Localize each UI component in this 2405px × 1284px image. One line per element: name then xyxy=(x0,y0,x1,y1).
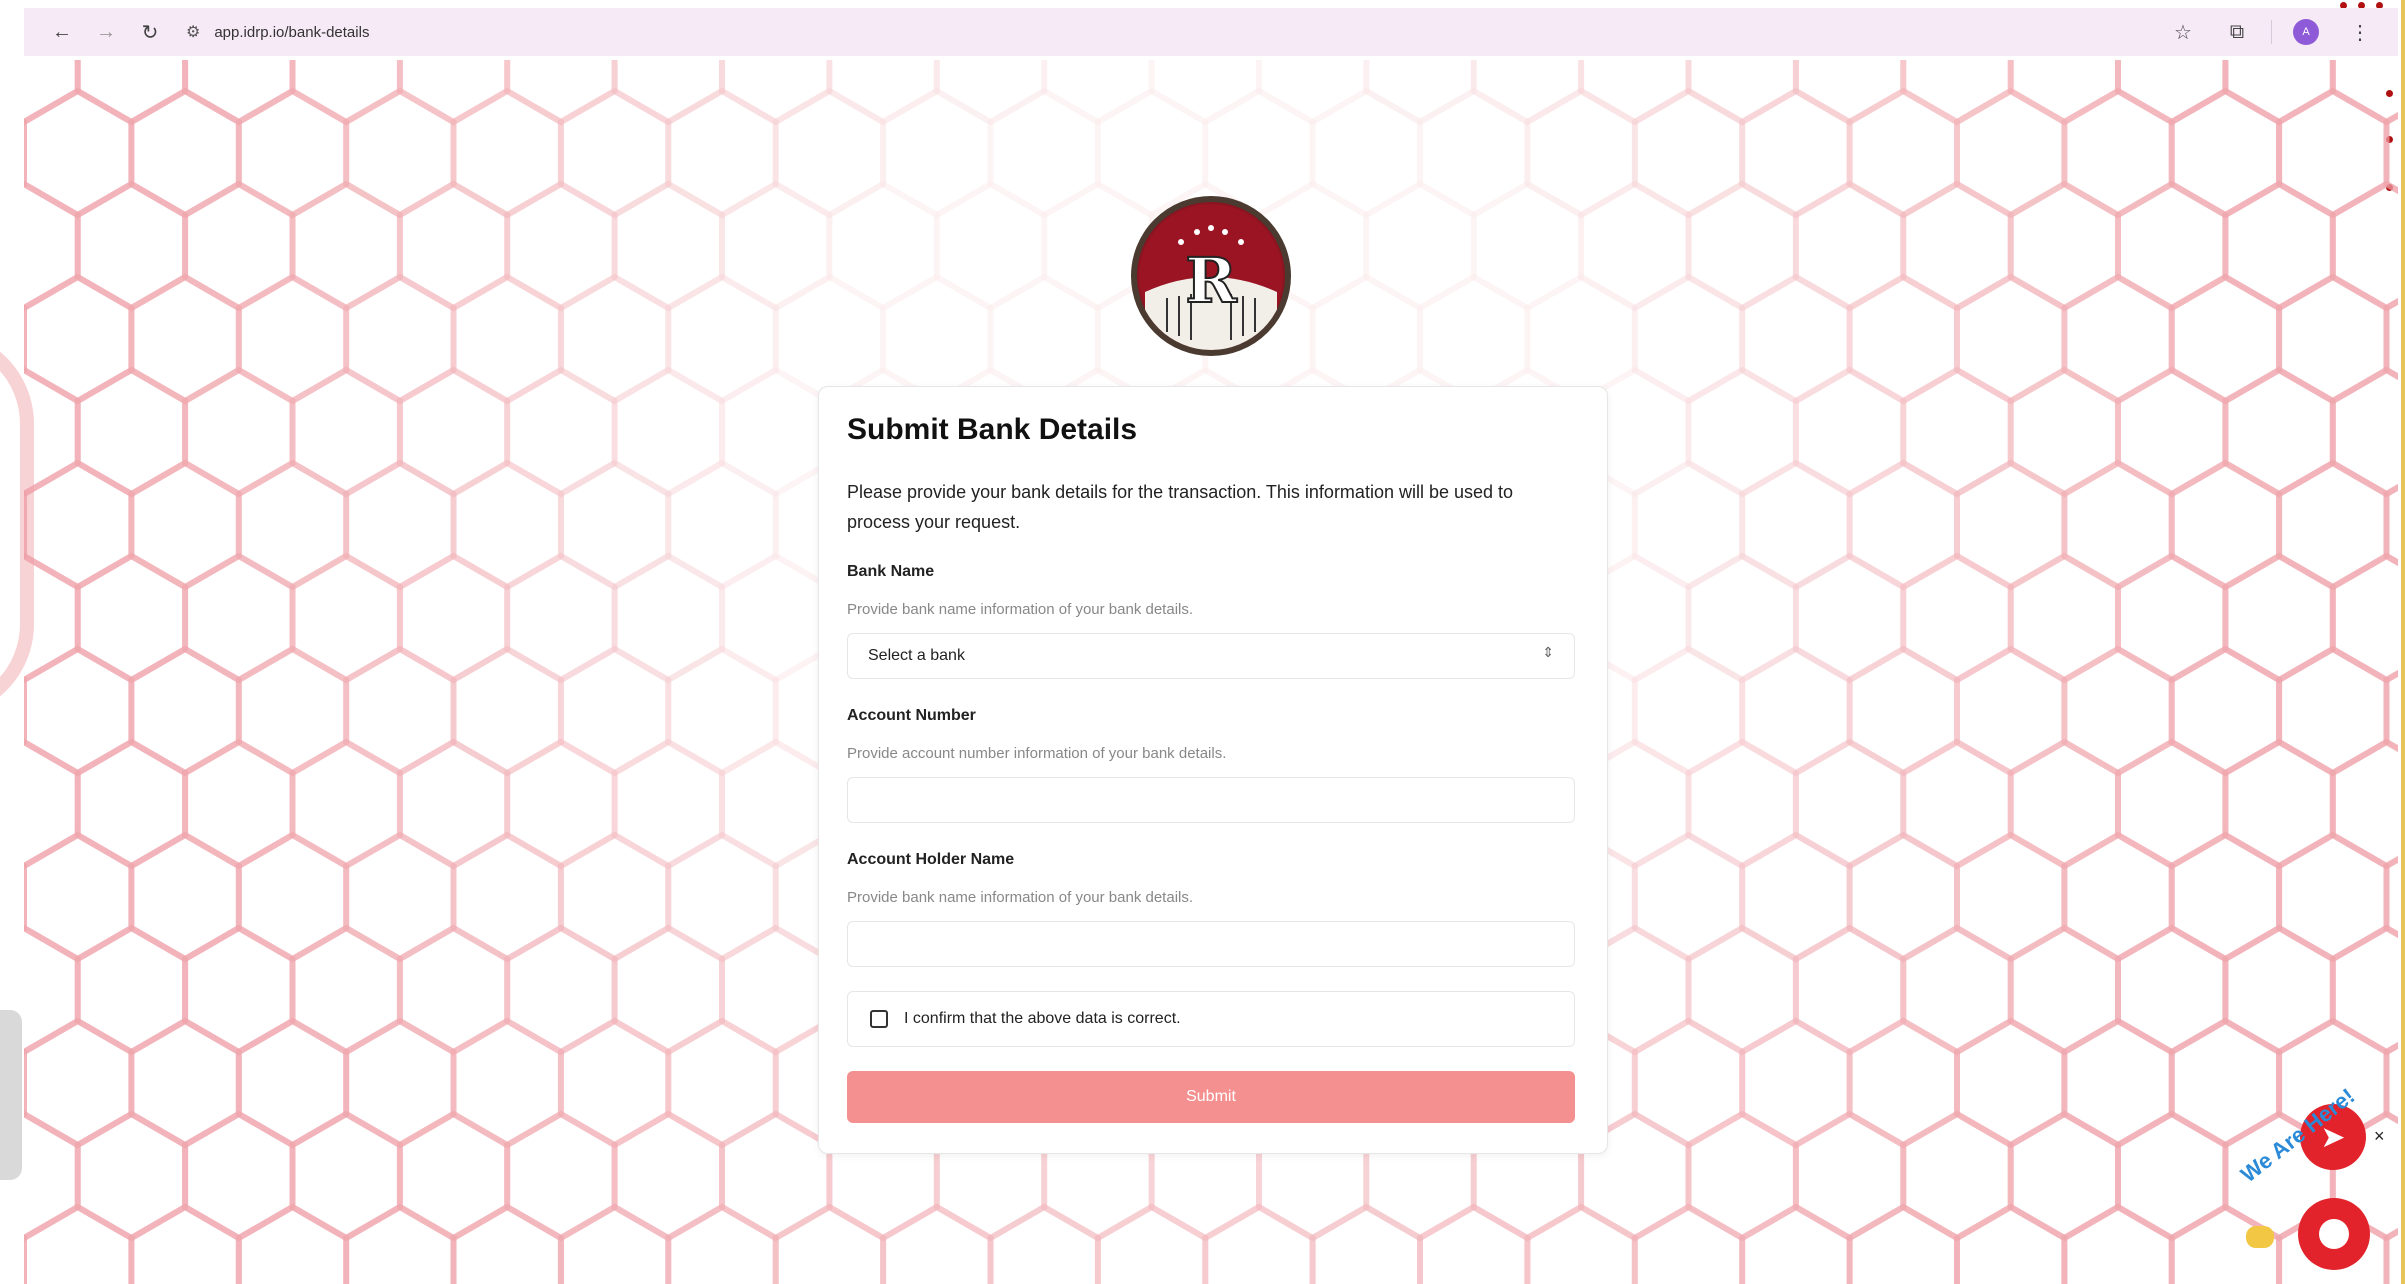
account-holder-input[interactable] xyxy=(847,921,1575,967)
site-settings-icon[interactable]: ⚙ xyxy=(186,22,200,42)
hand-icon xyxy=(2246,1226,2274,1248)
logo-mark: R xyxy=(1139,204,1283,350)
hex-cell xyxy=(1041,60,1155,126)
hex-cell xyxy=(396,60,511,126)
address-bar[interactable]: ⚙ app.idrp.io/bank-details xyxy=(186,13,369,51)
hex-cell xyxy=(1094,1203,1209,1284)
confirm-checkbox[interactable] xyxy=(870,1010,888,1028)
account-holder-label: Account Holder Name xyxy=(847,851,1015,868)
account-number-label: Account Number xyxy=(847,707,976,724)
hex-cell xyxy=(1417,1203,1531,1284)
svg-text:R: R xyxy=(1185,244,1237,317)
hex-cell xyxy=(2383,483,2398,567)
browser-toolbar: ← → ↻ ⚙ app.idrp.io/bank-details ☆ ⧉ A ⋮ xyxy=(24,8,2398,56)
hex-cell xyxy=(450,1203,564,1284)
hex-cell xyxy=(1578,60,1692,126)
hex-cell xyxy=(289,60,403,126)
hex-cell xyxy=(987,1203,1101,1284)
hex-cell xyxy=(2329,552,2398,684)
bank-select[interactable]: Select a bank ⇕ xyxy=(847,633,1575,679)
hex-cell xyxy=(1685,60,1799,126)
confirm-label: I confirm that the above data is correct… xyxy=(904,1010,1181,1027)
hex-cell xyxy=(611,60,725,126)
forward-arrow-icon[interactable]: → xyxy=(84,10,128,54)
account-number-input[interactable] xyxy=(847,777,1575,823)
hex-cell xyxy=(2007,60,2121,126)
hex-cell xyxy=(2383,669,2398,753)
hex-cell xyxy=(1363,60,1477,126)
profile-avatar[interactable]: A xyxy=(2286,12,2326,52)
hex-cell xyxy=(182,60,296,126)
bank-select-value: Select a bank xyxy=(868,647,965,664)
hex-cell xyxy=(665,1203,779,1284)
chat-icon[interactable] xyxy=(2298,1198,2370,1270)
hex-cell xyxy=(128,1203,242,1284)
hex-cell xyxy=(1792,60,1907,126)
hex-cell xyxy=(557,1203,672,1284)
right-edge xyxy=(2401,0,2405,1284)
hex-cell xyxy=(1470,60,1585,126)
hex-cell xyxy=(1631,1203,1746,1284)
decor-block xyxy=(0,1010,22,1180)
hex-cell xyxy=(235,1203,350,1284)
hex-cell xyxy=(2329,180,2398,312)
bank-details-card: Submit Bank Details Please provide your … xyxy=(818,386,1608,1154)
hex-cell xyxy=(1954,1203,2068,1284)
hex-cell xyxy=(1256,60,1370,126)
hex-cell xyxy=(2383,111,2398,195)
extensions-icon[interactable]: ⧉ xyxy=(2217,12,2257,52)
hex-cell xyxy=(2222,60,2336,126)
hex-cell xyxy=(1524,1203,1638,1284)
account-holder-help: Provide bank name information of your ba… xyxy=(847,889,1194,906)
hex-cell xyxy=(24,60,81,126)
toolbar-separator xyxy=(2271,20,2272,44)
brand-logo: R xyxy=(1131,196,1291,356)
bank-name-help: Provide bank name information of your ba… xyxy=(847,601,1194,618)
avatar: A xyxy=(2293,19,2319,45)
star-icon[interactable]: ☆ xyxy=(2163,12,2203,52)
hex-cell xyxy=(1202,1203,1316,1284)
page-title: Submit Bank Details xyxy=(847,413,1138,446)
hex-cell xyxy=(933,60,1048,126)
hex-cell xyxy=(2329,924,2398,1056)
hex-cell xyxy=(1148,60,1262,126)
hex-cell xyxy=(1309,1203,1423,1284)
hex-cell xyxy=(719,60,833,126)
hex-cell xyxy=(880,1203,994,1284)
hex-cell xyxy=(1900,60,2014,126)
hex-cell xyxy=(2115,60,2229,126)
hex-cell xyxy=(504,60,618,126)
form-description: Please provide your bank details for the… xyxy=(847,482,1514,532)
hex-cell xyxy=(2061,1203,2175,1284)
hex-cell xyxy=(74,60,189,126)
hex-cell xyxy=(24,1203,135,1284)
support-widget: ➤ × We Are Here! xyxy=(2236,1083,2400,1274)
left-edge xyxy=(0,0,34,1284)
hex-cell xyxy=(1846,1203,1960,1284)
url-text: app.idrp.io/bank-details xyxy=(214,23,370,41)
hex-cell xyxy=(826,60,940,126)
hex-cell xyxy=(2329,366,2398,498)
menu-dots-icon[interactable]: ⋮ xyxy=(2340,12,2380,52)
bank-name-label: Bank Name xyxy=(847,563,935,580)
reload-icon[interactable]: ↻ xyxy=(128,10,172,54)
close-icon[interactable]: × xyxy=(2374,1126,2385,1147)
account-number-help: Provide account number information of yo… xyxy=(847,745,1227,762)
hex-cell xyxy=(2383,297,2398,381)
confirm-row[interactable]: I confirm that the above data is correct… xyxy=(847,991,1575,1047)
back-arrow-icon[interactable]: ← xyxy=(40,10,84,54)
hex-cell xyxy=(2329,738,2398,870)
hex-cell xyxy=(1739,1203,1853,1284)
hex-cell xyxy=(772,1203,887,1284)
hex-cell xyxy=(2383,855,2398,939)
chevron-updown-icon: ⇕ xyxy=(1542,644,1554,660)
submit-button[interactable]: Submit xyxy=(847,1071,1575,1123)
hex-cell xyxy=(343,1203,457,1284)
